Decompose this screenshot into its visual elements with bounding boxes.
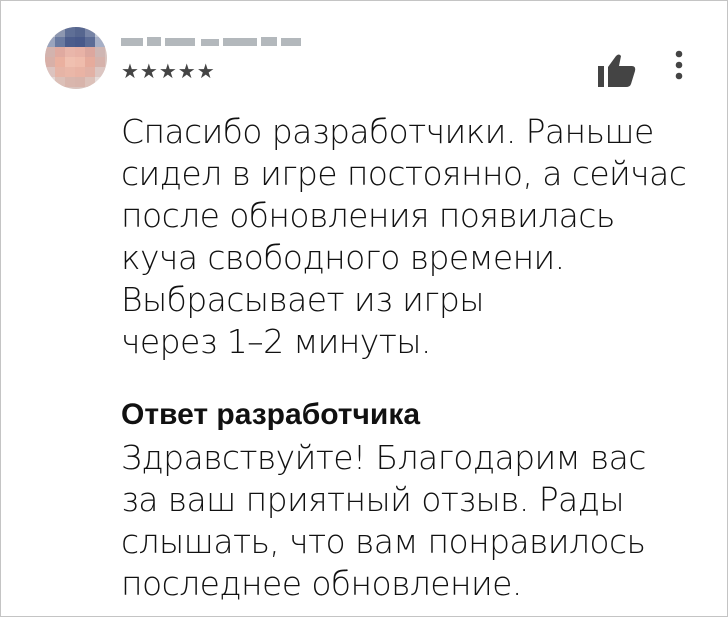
- avatar[interactable]: [45, 27, 107, 89]
- review-text: Спасибо разработчики. Раньше сидел в игр…: [121, 112, 687, 361]
- author-name-blurred: [121, 35, 303, 49]
- thumbs-up-icon[interactable]: [595, 53, 637, 89]
- developer-reply-title: Ответ разработчика: [121, 398, 421, 431]
- more-vert-icon[interactable]: [667, 47, 691, 83]
- review-card: ★★★★★ Спасибо разработчики. Раньше сидел…: [0, 0, 728, 617]
- developer-reply-text: Здравствуйте! Благодарим вас за ваш прия…: [121, 438, 646, 603]
- star-rating: ★★★★★: [121, 59, 216, 83]
